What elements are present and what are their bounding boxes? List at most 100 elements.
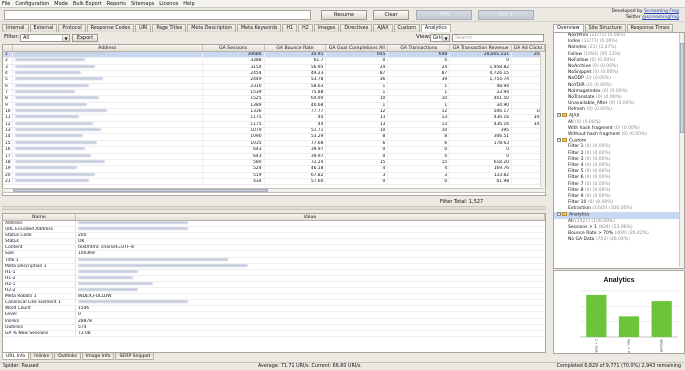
tab-h1[interactable]: H1 [282,24,298,32]
twitter-link[interactable]: @screamingfrog [642,15,679,20]
table-row[interactable]: 21 434 57.60 0 0 61.98 [3,178,545,186]
menu-item-sitemaps[interactable]: Sitemaps [131,1,154,7]
redacted-value [78,221,188,224]
menu-item-configuration[interactable]: Configuration [15,1,49,7]
menu-item-mode[interactable]: Mode [54,1,68,7]
chart-bar[interactable] [618,316,640,337]
column-header[interactable]: GA Transaction Revenue [450,45,513,51]
redacted-url [14,153,91,157]
tab-meta-keywords[interactable]: Meta Keywords [237,24,282,32]
table-vertical-scrollbar[interactable] [540,52,545,187]
column-header[interactable]: GA Goal Completions All [326,45,389,51]
address-cell [13,172,203,178]
tree-scrollbar[interactable] [679,33,684,267]
tab-uri[interactable]: URI [135,24,152,32]
tab-response-codes[interactable]: Response Codes [86,24,135,32]
column-header[interactable] [3,45,13,51]
detail-value: 73.08 [78,330,91,336]
tree-count: (0) (0.00%) [575,119,601,125]
tab-inlinks[interactable]: Inlinks [30,353,54,360]
table-cell: 1336 [203,109,265,115]
redacted-url [14,71,81,75]
tab-page-titles[interactable]: Page Titles [152,24,187,32]
column-header[interactable]: GA Transactions [388,45,451,51]
collapse-icon[interactable]: − [557,113,561,118]
scrollbar-thumb[interactable] [13,189,268,192]
table-cell: 13 [326,115,389,121]
scrollbar-thumb[interactable] [680,43,684,133]
detail-value [76,269,140,275]
tab-ajax[interactable]: AJAX [373,24,393,32]
redacted-value [78,300,188,304]
column-header[interactable]: Address [13,45,203,51]
table-cell: 39 [388,77,451,83]
menu-item-help[interactable]: Help [183,1,194,7]
tab-h2[interactable]: H2 [298,24,313,32]
filter-select[interactable]: All ▼ [20,34,70,42]
address-cell [13,159,203,166]
tab-site-structure[interactable]: Site Structure [584,24,626,32]
search-input[interactable]: Search [452,34,544,42]
chart-bar[interactable] [651,301,672,337]
progress-button[interactable]: 75% [416,10,472,20]
collapse-icon[interactable]: − [557,212,561,217]
menu-item-bulk-export[interactable]: Bulk Export [73,1,102,7]
detail-col-value[interactable]: Value [76,214,545,220]
table-cell: 33.94 [450,90,513,96]
table-cell: 3 [326,172,389,178]
tab-response-times[interactable]: Response Times [626,24,674,32]
column-header[interactable]: GA Bounce Rate [265,45,327,51]
detail-name: Word Count [3,306,76,312]
table-cell: 53.78 [265,77,327,83]
table-cell: 87 [326,71,389,77]
menu-item-file[interactable]: File [2,1,10,7]
tab-meta-description[interactable]: Meta Description [187,24,237,32]
detail-name: Status [3,239,76,245]
panel-splitter[interactable] [2,206,546,210]
menu-item-licence[interactable]: Licence [159,1,178,7]
tree-label: NoTranslate [568,94,595,100]
tab-overview[interactable]: Overview [553,24,584,32]
table-cell: 1,754.74 [450,77,513,83]
table-cell: 61.7 [265,58,327,64]
tree-item[interactable]: No GA Data (703) (46.04%) [554,237,684,243]
view-select[interactable]: Grid ▼ [430,34,450,42]
detail-value [76,263,250,269]
column-header[interactable]: GA Sessions [203,45,265,51]
detail-name: Title 1 [3,257,76,263]
row-number: 20 [3,172,13,178]
tree-count: (0) (0.00%) [586,107,613,113]
tab-internal[interactable]: Internal [2,24,29,32]
screaming-frog-link[interactable]: Screaming Frog [644,9,679,14]
tab-outlinks[interactable]: Outlinks [54,353,81,360]
collapse-icon[interactable]: − [557,138,561,143]
tab-external[interactable]: External [29,24,58,32]
tree-label: Without hash fragment [568,132,621,137]
tree-label: Filter 8 [568,187,584,193]
tab-images[interactable]: Images [313,24,340,32]
row-number: 4 [3,71,13,77]
clear-button[interactable]: Clear [373,10,409,20]
url-input[interactable] [4,10,311,20]
menu-item-reports[interactable]: Reports [107,1,126,7]
table-header: Address GA Sessions GA Bounce Rate GA Goal … [3,45,545,52]
detail-row[interactable]: GA % New Sessions 73.08 [3,330,545,337]
table-horizontal-scrollbar[interactable] [2,188,546,193]
tab-serp-snippet[interactable]: SERP Snippet [115,353,155,360]
tree-count: (11/71) (0.00%) [589,33,626,38]
tab-directives[interactable]: Directives [340,24,373,32]
tab-analytics[interactable]: Analytics [420,24,451,32]
tree-count: (0) (0.00%) [584,169,611,175]
tab-custom[interactable]: Custom [393,24,420,32]
column-header[interactable]: GA Ad Clicks [512,45,545,51]
table-cell: 4 [388,166,451,172]
tree-count: (0) (0.00%) [587,200,614,206]
tab-protocol[interactable]: Protocol [58,24,86,32]
tab-url-info[interactable]: URL Info [2,353,30,360]
chart-bar[interactable] [586,294,607,337]
crawl-button[interactable]: Call 2 [478,10,534,20]
detail-col-name[interactable]: Name [3,214,76,220]
export-button[interactable]: Export [72,34,98,42]
tab-image-info[interactable]: Image Info [81,353,115,360]
resume-button[interactable]: Resume [321,10,367,20]
